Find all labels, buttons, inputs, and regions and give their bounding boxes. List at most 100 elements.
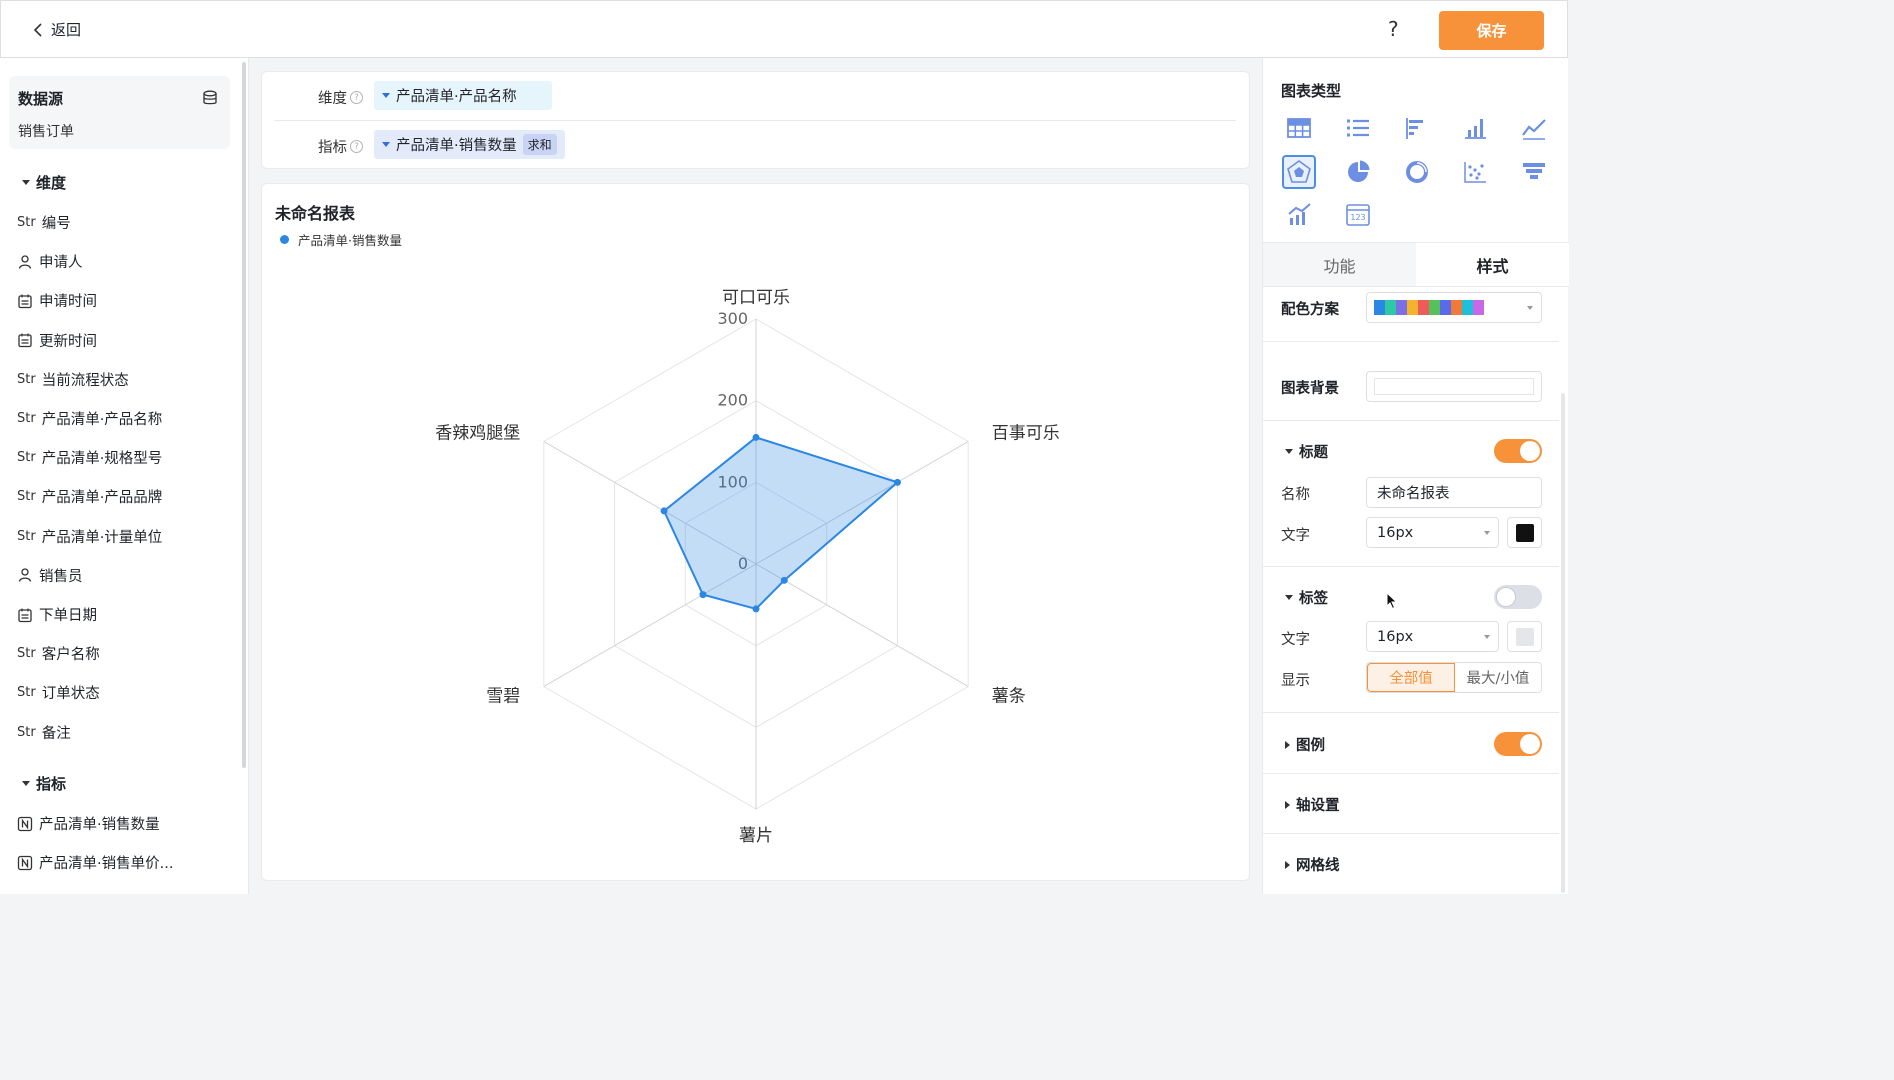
metric-section-header[interactable]: 指标: [22, 773, 66, 794]
chart-type-pie-icon[interactable]: [1341, 155, 1375, 189]
pie-icon: [1347, 160, 1370, 182]
color-scheme-select[interactable]: [1366, 292, 1542, 323]
axis-section-header[interactable]: 轴设置: [1285, 794, 1340, 815]
string-type-icon: Str: [17, 411, 36, 426]
dimension-field-item[interactable]: Str 当前流程状态: [17, 369, 129, 390]
save-button[interactable]: 保存: [1439, 11, 1544, 50]
divider: [1263, 341, 1559, 342]
dimension-field-item[interactable]: Str 产品清单·产品品牌: [17, 486, 162, 507]
title-section-header[interactable]: 标题: [1285, 441, 1328, 462]
number-field-icon: [17, 816, 33, 831]
database-icon[interactable]: [202, 90, 218, 106]
back-label: 返回: [51, 21, 82, 39]
metric-field-item[interactable]: 产品清单·销售数量: [17, 813, 160, 834]
grid-section-header[interactable]: 网格线: [1285, 854, 1340, 875]
label-font-label: 文字: [1281, 632, 1310, 648]
legend-section-header[interactable]: 图例: [1285, 734, 1325, 755]
metric-pill-label: 产品清单·销售数量: [396, 138, 517, 154]
chart-type-funnel-icon[interactable]: [1517, 155, 1551, 189]
radar-data-point[interactable]: [699, 591, 707, 599]
category-label: 百事可乐: [992, 424, 1060, 444]
dimension-field-item[interactable]: Str 产品清单·计量单位: [17, 526, 162, 547]
chart-type-donut-icon[interactable]: [1400, 155, 1434, 189]
display-all-values-option[interactable]: 全部值: [1367, 663, 1455, 692]
dimension-pill[interactable]: 产品清单·产品名称: [374, 81, 552, 110]
title-toggle[interactable]: [1494, 439, 1542, 463]
chart-type-number-card-icon[interactable]: 123: [1341, 198, 1375, 232]
calendar-icon: [18, 294, 32, 309]
radar-data-point[interactable]: [893, 478, 901, 486]
back-button[interactable]: 返回: [33, 19, 81, 40]
dimension-field-item[interactable]: 申请时间: [17, 290, 97, 311]
label-section-header[interactable]: 标签: [1285, 587, 1328, 608]
chart-type-list-icon[interactable]: [1341, 111, 1375, 145]
dimension-field-item[interactable]: 下单日期: [17, 604, 97, 625]
title-name-label: 名称: [1281, 487, 1310, 503]
dimension-field-item[interactable]: 更新时间: [17, 330, 97, 351]
field-label: 产品清单·规格型号: [41, 451, 163, 468]
legend-toggle[interactable]: [1494, 732, 1542, 756]
help-circle-icon[interactable]: ?: [350, 140, 363, 153]
field-label: 产品清单·计量单位: [41, 529, 163, 546]
radar-data-point[interactable]: [752, 605, 760, 613]
label-toggle[interactable]: [1494, 585, 1542, 609]
label-font-size-select[interactable]: 16px: [1366, 621, 1499, 652]
display-min-max-option[interactable]: 最大/小值: [1455, 663, 1541, 692]
chart-type-scatter-icon[interactable]: [1458, 155, 1492, 189]
help-icon[interactable]: ?: [1388, 17, 1399, 41]
color-swatch: [1396, 300, 1407, 315]
metric-pill[interactable]: 产品清单·销售数量 求和: [374, 130, 565, 159]
chart-type-radar-icon[interactable]: [1282, 154, 1316, 189]
chart-type-table-icon[interactable]: [1282, 111, 1316, 145]
tab-style[interactable]: 样式: [1416, 243, 1569, 286]
dimension-config-label: 维度 ?: [318, 87, 363, 108]
field-label: 编号: [41, 216, 71, 232]
label-display-label: 显示: [1281, 673, 1310, 689]
title-color-swatch: [1515, 523, 1534, 542]
label-display-segmented: 全部值 最大/小值: [1366, 662, 1542, 693]
caret-down-icon: [22, 781, 30, 786]
aggregation-badge[interactable]: 求和: [522, 134, 557, 155]
help-circle-icon[interactable]: ?: [350, 91, 363, 104]
dimension-field-item[interactable]: Str 订单状态: [17, 682, 100, 703]
datasource-card[interactable]: 数据源 销售订单: [9, 76, 230, 149]
bar-chart-icon: [1465, 119, 1487, 139]
color-swatch: [1374, 300, 1385, 315]
dimension-field-item[interactable]: 申请人: [17, 251, 83, 272]
radial-tick-label: 300: [717, 309, 748, 328]
radar-data-point[interactable]: [780, 576, 788, 584]
dimension-field-item[interactable]: Str 产品清单·规格型号: [17, 447, 162, 468]
title-font-size-select[interactable]: 16px: [1366, 517, 1499, 548]
chart-type-bar-chart-icon[interactable]: [1458, 111, 1492, 145]
color-swatch: [1385, 300, 1396, 315]
tab-function[interactable]: 功能: [1263, 243, 1416, 286]
title-color-picker[interactable]: [1507, 517, 1542, 548]
divider: [1263, 566, 1559, 567]
chart-type-combo-chart-icon[interactable]: [1282, 198, 1316, 232]
toggle-knob: [1520, 734, 1540, 754]
label-color-picker[interactable]: [1507, 621, 1542, 652]
dimension-field-item[interactable]: 销售员: [17, 565, 83, 586]
color-swatches: [1374, 300, 1484, 315]
sidebar-scrollbar[interactable]: [242, 62, 246, 768]
dimension-field-item[interactable]: Str 编号: [17, 212, 71, 233]
chart-type-line-chart-icon[interactable]: [1517, 111, 1551, 145]
divider: [1263, 833, 1559, 834]
radar-data-point[interactable]: [660, 507, 668, 515]
metric-field-item[interactable]: 产品清单·销售单价...: [17, 852, 173, 873]
list-icon: [1346, 119, 1369, 137]
dimension-section-header[interactable]: 维度: [22, 172, 66, 193]
radar-data-point[interactable]: [752, 433, 760, 441]
dimension-field-item[interactable]: Str 产品清单·产品名称: [17, 408, 162, 429]
field-label: 产品清单·产品品牌: [41, 490, 163, 507]
settings-scrollbar[interactable]: [1561, 393, 1565, 893]
chevron-down-icon: [1484, 635, 1490, 639]
chart-type-bar-horizontal-icon[interactable]: [1400, 111, 1434, 145]
grid-section-label: 网格线: [1296, 858, 1340, 874]
radar-series-area[interactable]: [662, 436, 900, 611]
category-label: 香辣鸡腿堡: [435, 424, 520, 444]
dimension-field-item[interactable]: Str 备注: [17, 722, 71, 743]
chart-bg-color-input[interactable]: [1366, 371, 1542, 402]
dimension-field-item[interactable]: Str 客户名称: [17, 643, 100, 664]
title-name-input[interactable]: 未命名报表: [1366, 477, 1542, 508]
